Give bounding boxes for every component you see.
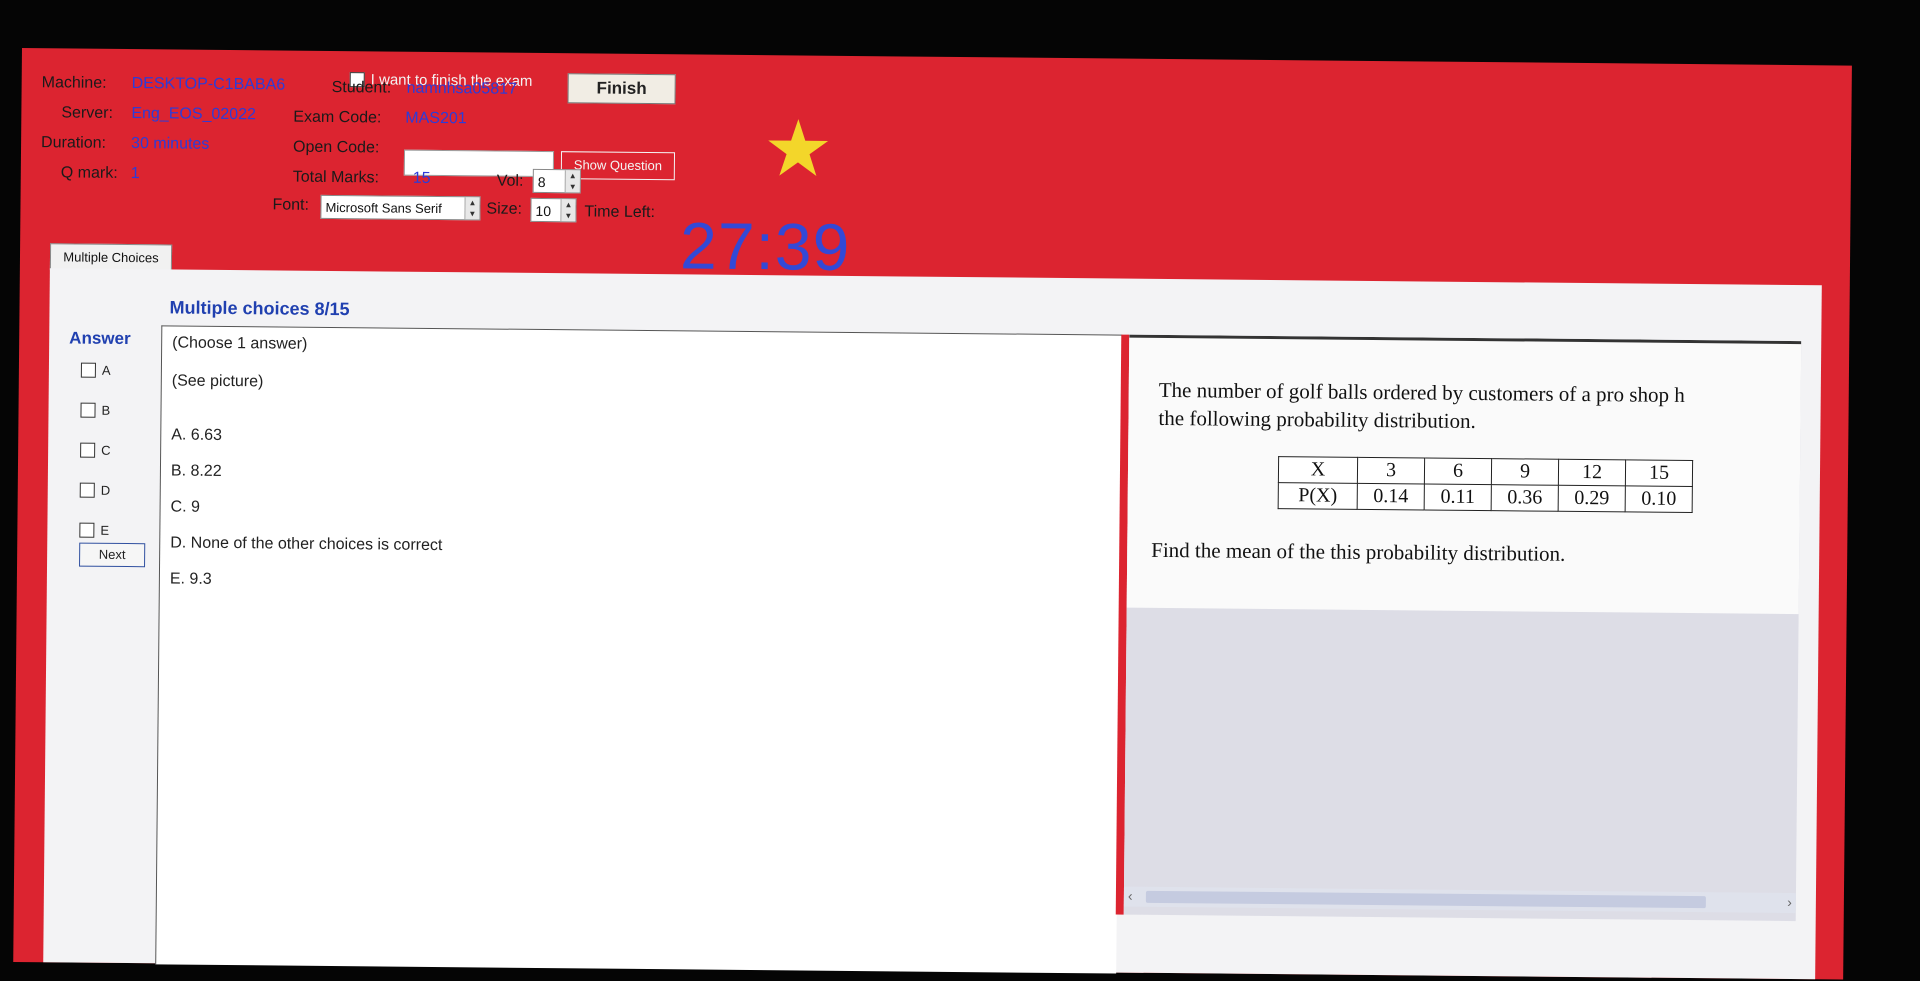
question-text-line-3: Find the mean of the this probability di…: [1151, 537, 1566, 566]
spinner-arrows-icon[interactable]: ▲ ▼: [564, 170, 580, 193]
volume-value: 8: [537, 173, 546, 191]
total-marks-value: 15: [412, 169, 431, 187]
choice-e-text: E. 9.3: [169, 570, 212, 588]
question-text-line-1: The number of golf balls ordered by cust…: [1158, 377, 1685, 407]
server-label: Server:: [61, 104, 114, 122]
answer-heading: Answer: [69, 328, 131, 349]
font-value: Microsoft Sans Serif: [325, 199, 442, 217]
question-card: The number of golf balls ordered by cust…: [1126, 334, 1802, 615]
scroll-right-icon[interactable]: ›: [1787, 894, 1792, 910]
probability-table: X 3 6 9 12 15 P(X) 0.14 0.11 0.36 0.29 0…: [1278, 456, 1693, 513]
spinner-arrows-icon[interactable]: ▲ ▼: [560, 199, 576, 222]
checkbox-icon[interactable]: [80, 362, 96, 378]
question-picture: The number of golf balls ordered by cust…: [1123, 334, 1802, 922]
star-icon: ★: [762, 104, 834, 193]
time-left-label: Time Left:: [584, 203, 656, 222]
total-marks-label: Total Marks:: [292, 168, 380, 187]
table-cell: 9: [1491, 458, 1559, 486]
vol-label: Vol:: [496, 172, 524, 190]
table-cell: 12: [1558, 459, 1626, 486]
font-label: Font:: [272, 196, 310, 214]
exam-window: I want to finish the exam Finish Machine…: [13, 48, 1852, 980]
exam-code-value: MAS201: [405, 109, 467, 128]
finish-button[interactable]: Finish: [567, 73, 676, 105]
table-row-x: X 3 6 9 12 15: [1278, 456, 1693, 487]
server-value: Eng_EOS_02022: [131, 105, 256, 124]
option-label: A: [101, 362, 111, 378]
question-counter: Multiple choices 8/15: [169, 297, 350, 320]
option-e[interactable]: E: [79, 522, 110, 538]
table-cell: 3: [1357, 457, 1425, 484]
duration-label: Duration:: [41, 134, 107, 152]
answer-text-area: (Choose 1 answer) (See picture) A. 6.63 …: [155, 325, 1123, 974]
exam-code-label: Exam Code:: [293, 108, 382, 127]
size-label: Size:: [486, 200, 523, 218]
choice-d-text: D. None of the other choices is correct: [170, 534, 443, 555]
checkbox-icon[interactable]: [79, 522, 95, 538]
horizontal-scrollbar[interactable]: ‹ ›: [1123, 886, 1796, 914]
table-cell: 0.11: [1424, 483, 1492, 511]
table-cell: 15: [1625, 459, 1693, 487]
table-cell: X: [1278, 456, 1358, 484]
option-b[interactable]: B: [80, 402, 111, 418]
countdown-timer: 27:39: [679, 208, 851, 284]
scroll-left-icon[interactable]: ‹: [1128, 888, 1133, 904]
student-label: Student:: [331, 78, 392, 97]
checkbox-icon[interactable]: [79, 482, 95, 498]
option-label: B: [101, 402, 111, 418]
option-label: D: [100, 482, 111, 498]
choice-b-text: B. 8.22: [170, 462, 222, 480]
choice-c-text: C. 9: [170, 498, 201, 516]
spinner-arrows-icon[interactable]: ▲ ▼: [464, 197, 480, 220]
option-label: E: [100, 522, 110, 538]
duration-value: 30 minutes: [131, 135, 210, 153]
student-value: namnhsa05817: [406, 79, 518, 98]
size-spinner[interactable]: 10 ▲ ▼: [530, 197, 577, 223]
table-cell: 0.29: [1558, 485, 1626, 512]
option-label: C: [101, 442, 111, 458]
option-a[interactable]: A: [80, 362, 111, 378]
answer-note: (See picture): [171, 372, 264, 391]
qmark-value: 1: [130, 165, 140, 183]
tab-multiple-choices[interactable]: Multiple Choices: [49, 243, 173, 272]
question-panel: Multiple choices 8/15 Answer A B C D E N…: [43, 268, 1822, 980]
table-cell: 0.36: [1491, 484, 1559, 512]
volume-spinner[interactable]: 8 ▲ ▼: [532, 168, 581, 194]
open-code-label: Open Code:: [292, 138, 380, 157]
question-text-line-2: the following probability distribution.: [1158, 405, 1476, 433]
checkbox-icon[interactable]: [80, 442, 96, 458]
table-row-p: P(X) 0.14 0.11 0.36 0.29 0.10: [1278, 482, 1693, 513]
scrollbar-thumb[interactable]: [1145, 890, 1706, 909]
choice-a-text: A. 6.63: [171, 426, 223, 444]
machine-value: DESKTOP-C1BABA6: [131, 75, 286, 94]
table-cell: P(X): [1278, 482, 1358, 510]
option-d[interactable]: D: [79, 482, 111, 498]
checkbox-icon[interactable]: [80, 402, 96, 418]
option-c[interactable]: C: [80, 442, 111, 458]
machine-label: Machine:: [41, 74, 107, 92]
table-cell: 0.14: [1357, 483, 1425, 510]
qmark-label: Q mark:: [60, 164, 118, 182]
next-button[interactable]: Next: [79, 542, 146, 568]
table-cell: 6: [1424, 457, 1492, 485]
size-value: 10: [535, 202, 552, 220]
font-selector[interactable]: Microsoft Sans Serif ▲ ▼: [320, 194, 481, 221]
answer-instruction: (Choose 1 answer): [172, 334, 308, 353]
table-cell: 0.10: [1625, 485, 1693, 513]
